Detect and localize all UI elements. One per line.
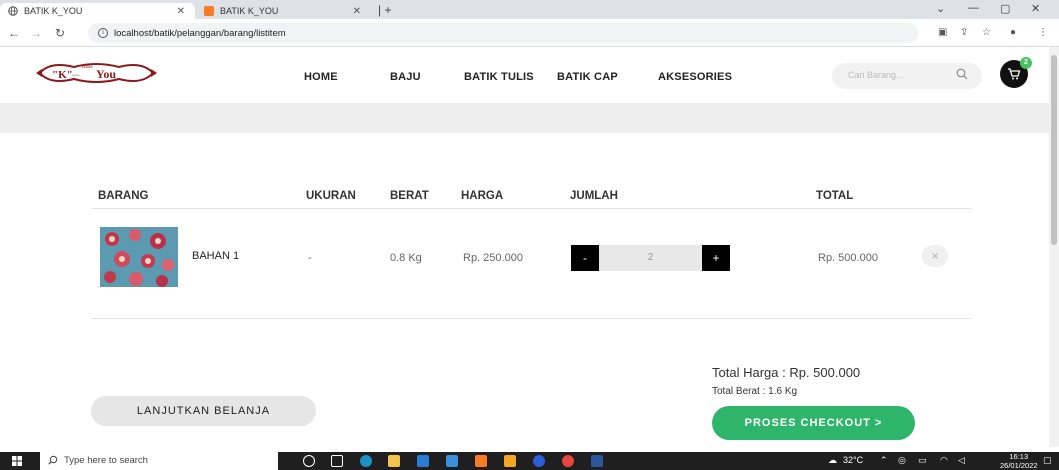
col-ukuran: UKURAN xyxy=(306,190,356,202)
divider xyxy=(91,318,972,319)
svg-text:Batik: Batik xyxy=(82,65,93,70)
reload-icon[interactable]: ↻ xyxy=(55,26,65,40)
total-weight: Total Berat : 1.6 Kg xyxy=(712,386,798,397)
col-barang: BARANG xyxy=(98,190,149,202)
qty-value[interactable]: 2 xyxy=(599,252,702,263)
cart-button[interactable]: 2 xyxy=(1000,57,1032,88)
search-placeholder: Cari Barang... xyxy=(848,70,904,80)
notification-icon[interactable]: ▢ xyxy=(1043,455,1052,466)
clock[interactable]: 16:13 26/01/2022 xyxy=(1000,452,1038,470)
cortana-icon[interactable] xyxy=(303,455,315,467)
maximize-icon[interactable]: ▢ xyxy=(1000,2,1010,15)
continue-shopping-button[interactable]: LANJUTKAN BELANJA xyxy=(91,396,316,426)
col-harga: HARGA xyxy=(461,190,504,202)
windows-start-icon[interactable] xyxy=(12,456,22,468)
forward-icon[interactable]: → xyxy=(30,26,42,40)
browser-tab-1-label: BATIK K_YOU xyxy=(24,6,83,16)
nav-batik-tulis[interactable]: BATIK TULIS xyxy=(464,71,534,83)
product-price: Rp. 250.000 xyxy=(463,252,523,264)
url-text: localhost/batik/pelanggan/barang/listite… xyxy=(114,27,286,39)
search-icon xyxy=(48,455,58,468)
url-field[interactable]: i localhost/batik/pelanggan/barang/listi… xyxy=(88,23,918,43)
cart-icon xyxy=(1007,67,1021,86)
svg-text:You: You xyxy=(96,67,116,81)
checkout-button[interactable]: PROSES CHECKOUT > xyxy=(712,406,915,440)
close-icon[interactable]: ✕ xyxy=(177,6,185,17)
row-total: Rp. 500.000 xyxy=(818,252,878,264)
chrome-icon[interactable] xyxy=(562,455,574,467)
word-icon[interactable] xyxy=(591,455,603,467)
close-icon[interactable]: ✕ xyxy=(353,6,361,17)
product-thumbnail[interactable] xyxy=(100,227,178,287)
page-banner xyxy=(0,103,1059,133)
network-icon[interactable]: ◎ xyxy=(898,455,906,466)
qty-increase-button[interactable]: + xyxy=(702,245,730,271)
chevron-down-icon[interactable]: ⌄ xyxy=(936,2,945,15)
xampp-icon xyxy=(204,6,214,16)
share-icon[interactable]: ⇪ xyxy=(960,27,968,38)
clock-date: 26/01/2022 xyxy=(1000,461,1038,470)
minimize-icon[interactable]: — xyxy=(968,2,979,14)
new-tab-button[interactable]: | + xyxy=(378,3,391,17)
search-icon[interactable] xyxy=(956,68,968,80)
translate-icon[interactable]: ▣ xyxy=(938,27,947,38)
nav-home[interactable]: HOME xyxy=(304,71,338,83)
battery-icon[interactable]: ▭ xyxy=(918,455,927,466)
total-price: Total Harga : Rp. 500.000 xyxy=(712,365,861,380)
product-name[interactable]: BAHAN 1 xyxy=(192,250,239,262)
tray-arrow-icon[interactable]: ⌃ xyxy=(880,455,888,466)
site-header: "K" ~~ You Batik HOME BAJU BATIK TULIS B… xyxy=(0,47,1059,103)
volume-icon[interactable]: ◁ xyxy=(958,455,965,466)
qty-decrease-button[interactable]: - xyxy=(571,245,599,271)
task-view-icon[interactable] xyxy=(331,455,343,467)
browser-tab-2[interactable]: BATIK K_YOU ✕ xyxy=(196,3,371,19)
file-explorer-icon[interactable] xyxy=(388,455,400,467)
browser-tab-1[interactable]: BATIK K_YOU ✕ xyxy=(0,3,195,19)
divider xyxy=(91,208,972,209)
windows-taskbar: Type here to search ☁ 32°C ⌃ ◎ ▭ ◠ ◁ 16:… xyxy=(0,452,1059,470)
nav-baju[interactable]: BAJU xyxy=(390,71,421,83)
info-icon[interactable]: i xyxy=(98,28,108,38)
taskbar-search-input[interactable]: Type here to search xyxy=(40,452,278,470)
browser-tab-bar: BATIK K_YOU ✕ BATIK K_YOU ✕ | + ⌄ — ▢ ✕ xyxy=(0,0,1059,19)
nav-batik-cap[interactable]: BATIK CAP xyxy=(557,71,618,83)
product-weight: 0.8 Kg xyxy=(390,252,422,264)
scrollbar-thumb[interactable] xyxy=(1051,55,1057,245)
app-icon[interactable] xyxy=(533,455,545,467)
xampp-icon[interactable] xyxy=(475,455,487,467)
back-icon[interactable]: ← xyxy=(8,26,20,40)
browser-tab-2-label: BATIK K_YOU xyxy=(220,6,279,16)
temperature[interactable]: 32°C xyxy=(843,455,863,465)
sublime-icon[interactable] xyxy=(504,455,516,467)
search-input[interactable]: Cari Barang... xyxy=(832,63,982,89)
taskbar-search-placeholder: Type here to search xyxy=(64,455,148,466)
wifi-icon[interactable]: ◠ xyxy=(940,455,948,466)
store-icon[interactable] xyxy=(417,455,429,467)
clock-time: 16:13 xyxy=(1009,452,1029,461)
svg-text:~~: ~~ xyxy=(72,72,80,80)
svg-text:"K": "K" xyxy=(52,69,73,81)
weather-icon[interactable]: ☁ xyxy=(828,455,837,466)
page-scrollbar[interactable] xyxy=(1049,47,1059,447)
quantity-stepper: - 2 + xyxy=(571,245,730,271)
star-icon[interactable]: ☆ xyxy=(982,27,991,38)
logo[interactable]: "K" ~~ You Batik xyxy=(34,59,159,87)
profile-icon[interactable]: ● xyxy=(1010,27,1016,38)
globe-icon xyxy=(8,6,18,16)
remove-item-button[interactable]: × xyxy=(922,245,948,267)
col-total: TOTAL xyxy=(816,190,854,202)
col-jumlah: JUMLAH xyxy=(570,190,618,202)
nav-aksesories[interactable]: AKSESORIES xyxy=(658,71,732,83)
mail-icon[interactable] xyxy=(446,455,458,467)
cart-count-badge: 2 xyxy=(1020,57,1032,69)
product-size: - xyxy=(308,252,312,264)
menu-icon[interactable]: ⋮ xyxy=(1038,27,1048,38)
close-window-icon[interactable]: ✕ xyxy=(1031,2,1040,15)
col-berat: BERAT xyxy=(390,190,429,202)
edge-icon[interactable] xyxy=(360,455,372,467)
address-bar-row: ← → ↻ i localhost/batik/pelanggan/barang… xyxy=(0,19,1059,47)
